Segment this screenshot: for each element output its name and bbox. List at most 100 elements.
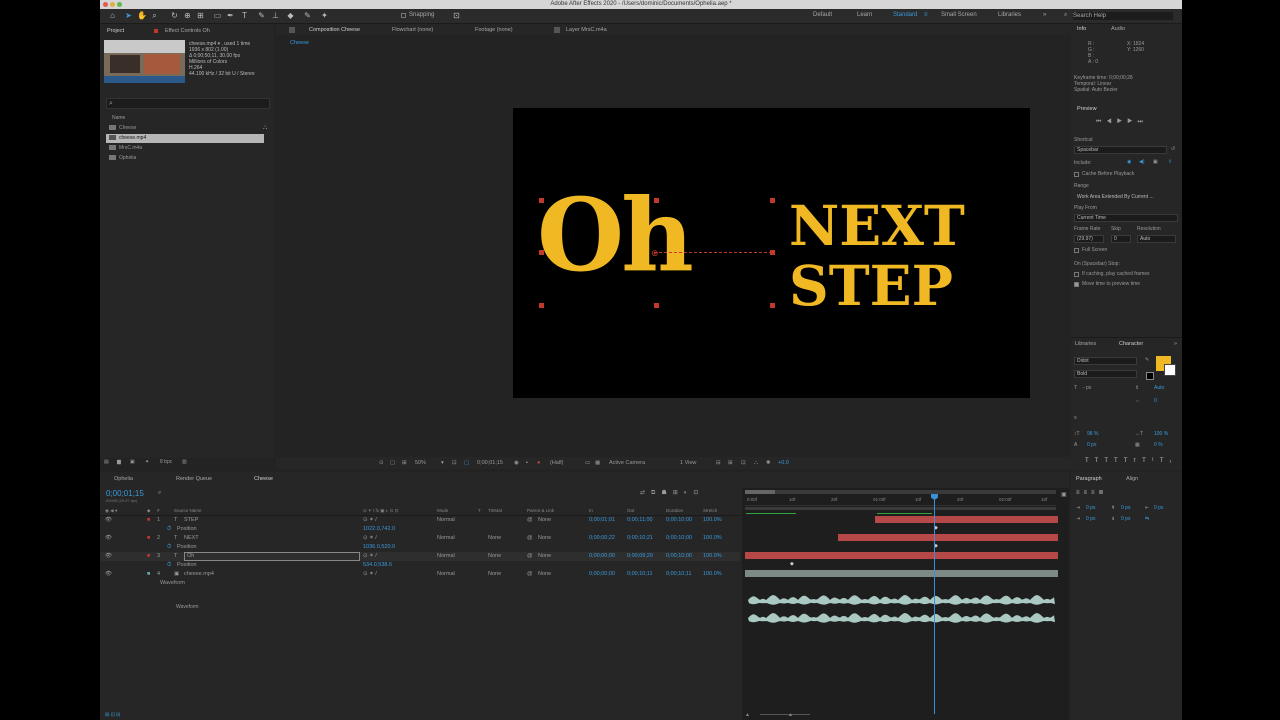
preview-title[interactable]: Preview [1077,104,1097,114]
rectangle-tool-icon[interactable]: ▭ [213,11,222,20]
layer-name[interactable]: NEXT [184,534,199,543]
layer-name[interactable]: cheese.mp4 [184,570,214,579]
hand-tool-icon[interactable]: ✋ [137,11,147,20]
camera-tool-icon[interactable]: ⊕ [183,11,192,20]
tab-libraries[interactable]: Libraries [1075,339,1096,349]
clone-stamp-tool-icon[interactable]: ⊥ [271,11,280,20]
transform-handle[interactable] [539,303,544,308]
shortcut-select[interactable]: Spacebar [1074,146,1167,154]
panel-menu-icon[interactable]: » [1174,339,1177,349]
layer-parent[interactable]: None [538,534,551,543]
snapshot-icon[interactable]: ◉ [514,457,519,469]
workspace-libraries[interactable]: Libraries [998,12,1021,18]
alignment-buttons[interactable]: ≡≡≡≣ [1076,489,1108,496]
layer-stretch[interactable]: 100.0% [703,570,722,579]
layer-trkmat[interactable]: None [488,534,501,543]
tab-effect-controls[interactable]: Effect Controls Oh [165,26,210,36]
layer-mode[interactable]: Normal [437,552,455,561]
stopwatch-icon[interactable]: ⏱ [167,543,171,552]
layer-name[interactable]: Oh [184,552,360,561]
layer-stretch[interactable]: 100.0% [703,552,722,561]
list-item[interactable]: Ophelia [106,154,264,163]
horizontal-scale-value[interactable]: 100 % [1154,431,1168,437]
movetime-checkbox[interactable] [1074,282,1079,287]
fast-preview-icon[interactable]: ▭ [585,457,590,469]
property-value[interactable]: 1022.0,742.0 [363,525,395,534]
layer-mode[interactable]: Normal [437,570,455,579]
list-item-selected[interactable]: cheese.mp4 [106,134,264,143]
col-trkmat[interactable]: TrkMat [488,507,502,515]
text-layer-step[interactable]: STEP [789,258,953,313]
layer-parent[interactable]: None [538,570,551,579]
transform-handle[interactable] [770,198,775,203]
timeline-timecode[interactable]: 0;00;01;15 [106,489,144,498]
text-layer-next[interactable]: NEXT [789,198,965,253]
space-before-value[interactable]: 0 px [1121,505,1130,511]
layer-row[interactable]: 👁 ■ 3 T Oh ⊙ ✶ / Normal None @ None 0;00;00;00 0;00… [100,552,740,561]
exposure-value[interactable]: +0.0 [778,457,789,469]
layer-duration-bar[interactable] [745,570,1058,577]
layer-parent[interactable]: None [538,552,551,561]
layer-switches-icon[interactable]: ⊙ ✶ / [363,534,377,543]
layer-trkmat[interactable]: None [488,570,501,579]
pan-behind-tool-icon[interactable]: ⊞ [196,11,205,20]
property-value[interactable]: 1036.0,520.0 [363,543,395,552]
framerate-select[interactable]: (29.97) [1074,235,1104,243]
tab-info[interactable]: Info [1077,24,1086,34]
include-layers-icon[interactable]: ⇪ [1168,159,1172,165]
layer-switches-toggle-icon[interactable]: ⊞ ⊡ ⊟ [105,710,120,720]
property-row[interactable]: ⏱ Position 1036.0,520.0 [100,543,740,552]
trash-icon[interactable]: ▥ [182,457,187,467]
eraser-tool-icon[interactable]: ◆ [286,11,295,20]
resolution-value[interactable]: (Half) [550,457,563,469]
tsume-value[interactable]: 0 % [1154,442,1163,448]
property-row[interactable]: ⏱ Position 1022.0,742.0 [100,525,740,534]
layer-in[interactable]: 0;00;00;22 [589,534,615,543]
layer-name[interactable]: STEP [184,516,198,525]
zoom-value[interactable]: 50% [415,457,426,469]
paragraph-direction-icon[interactable]: ⇆ [1145,516,1149,522]
toggle-pixel-aspect-icon[interactable]: ⊟ [716,457,721,469]
tab-project[interactable]: Project [107,26,124,36]
playfrom-select[interactable]: Current Time [1074,214,1178,222]
workspace-learn[interactable]: Learn [857,12,872,18]
time-graph[interactable]: 0:00f 10f 20f 01:00f 10f 20f 02:00f 10f ◆ ◆ ◆ ▣ [742,488,1069,720]
keyframe-icon[interactable]: ◆ [790,561,794,567]
font-size-value[interactable]: - px [1083,385,1091,391]
reset-icon[interactable]: ↺ [1171,146,1175,152]
bpc-label[interactable]: 8 bpc [160,457,172,467]
layer-row[interactable]: 👁 ■ 4 ▣ cheese.mp4 ⊙ ✶ / Normal None @ None 0;00;0… [100,570,740,579]
layer-row[interactable]: 👁 ■ 1 T STEP ⊙ ✶ / Normal @ None 0;00;01;01 0;00;1… [100,516,740,525]
workspace-default[interactable]: Default [813,12,832,18]
list-item[interactable]: Cheese [106,124,264,133]
transform-handle[interactable] [654,198,659,203]
new-composition-icon[interactable]: ▣ [130,457,135,467]
home-icon[interactable]: ⌂ [108,11,117,20]
pen-tool-icon[interactable]: ✒ [226,11,235,20]
comp-button-icon[interactable]: ▣ [1061,491,1067,498]
layer-out[interactable]: 0;00;10;11 [627,570,653,579]
brush-tool-icon[interactable]: ✎ [257,11,266,20]
layer-mode[interactable]: Normal [437,516,455,525]
skip-select[interactable]: 0 [1111,235,1131,243]
stroke-color-swatch[interactable] [1164,364,1176,376]
camera-value[interactable]: Active Camera [609,457,645,469]
vertical-scale-value[interactable]: 98 % [1087,431,1098,437]
comp-canvas[interactable]: Oh NEXT STEP ⊕ [513,108,1030,398]
parent-pickwhip-icon[interactable]: @ [527,534,533,543]
layer-in[interactable]: 0;00;01;01 [589,516,615,525]
include-overlays-icon[interactable]: ▣ [1153,159,1158,165]
include-video-icon[interactable]: ◉ [1127,159,1131,165]
col-parent[interactable]: Parent & Link [527,507,554,515]
layer-stretch[interactable]: 100.0% [703,516,722,525]
wand-icon[interactable]: ✦ [145,457,149,467]
layer-out[interactable]: 0;00;11;00 [627,516,653,525]
tab-audio[interactable]: Audio [1111,24,1125,34]
puppet-tool-icon[interactable]: ✦ [320,11,329,20]
property-row[interactable]: ⏱ Position 534.0,538.6 [100,561,740,570]
views-value[interactable]: 1 View [680,457,696,469]
col-out[interactable]: Out [627,507,634,515]
parent-pickwhip-icon[interactable]: @ [527,552,533,561]
playhead-line[interactable] [934,494,935,714]
interpret-footage-icon[interactable]: ▤ [104,457,109,467]
